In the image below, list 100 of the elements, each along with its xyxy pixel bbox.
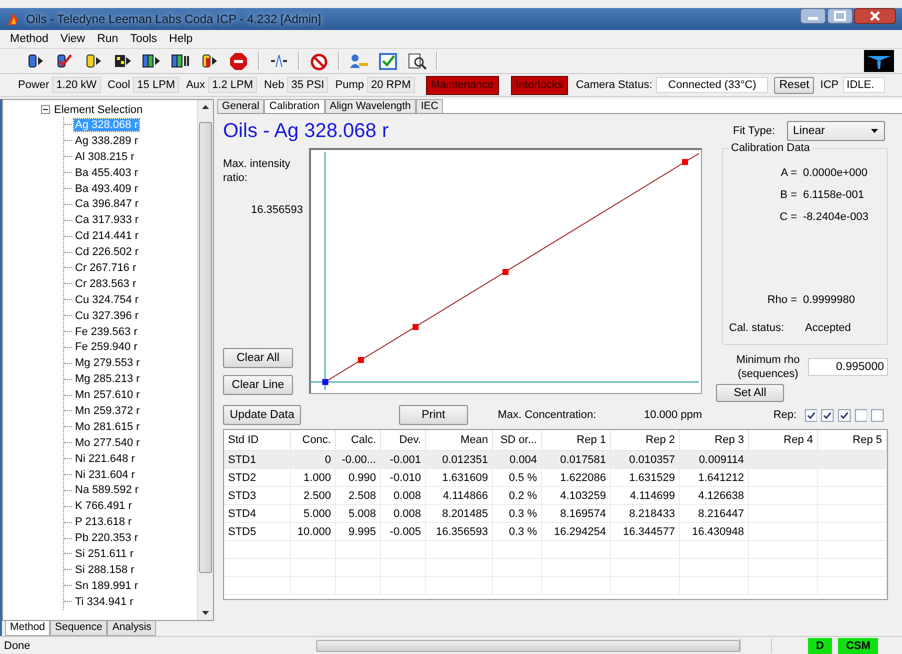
preview-icon[interactable] [407, 52, 427, 70]
print-button[interactable]: Print [399, 405, 468, 425]
minimize-icon[interactable] [800, 8, 826, 24]
menu-item[interactable]: Method [10, 33, 48, 45]
reset-button[interactable]: Reset [774, 76, 814, 94]
tree-item[interactable]: Si 251.611 r [74, 548, 135, 560]
tree-item[interactable]: Cd 214.441 r [74, 230, 140, 242]
user-key-icon[interactable] [349, 52, 369, 70]
scrollbar[interactable] [197, 100, 213, 620]
tree-item[interactable]: Mg 285.213 r [74, 373, 141, 386]
menu-item[interactable]: Help [169, 33, 193, 45]
column-header[interactable]: SD or... [492, 430, 542, 450]
min-rho-field[interactable]: 0.995000 [808, 358, 888, 376]
table-row[interactable]: STD5 10.000 9.995 -0.005 16.356593 0.3 % 16.294254 16.344577 16.430948 [224, 522, 886, 540]
fit-type-dropdown[interactable]: Linear [787, 121, 885, 141]
column-header[interactable]: Mean [426, 430, 492, 450]
menu-item[interactable]: Tools [130, 33, 158, 45]
checkbox[interactable] [854, 408, 868, 422]
set-all-button[interactable]: Set All [716, 384, 784, 402]
table-row[interactable]: STD4 5.000 5.008 0.008 8.201485 0.3 % 8.169574 8.218433 8.216447 [224, 504, 886, 522]
plot-button[interactable]: Clear Line [223, 375, 293, 395]
table-cell: 8.169574 [542, 504, 610, 522]
caret-icon[interactable] [870, 128, 879, 134]
app-logo-icon[interactable] [6, 12, 20, 26]
tree-item[interactable]: Ba 493.409 r [74, 182, 139, 194]
tree-item[interactable]: Ti 334.941 r [74, 596, 134, 608]
field-label: Power [18, 79, 50, 91]
cylinders-bars-icon[interactable] [171, 52, 191, 70]
tab[interactable]: Method [5, 621, 50, 636]
prohibited-icon[interactable] [309, 52, 329, 70]
tab[interactable]: Analysis [107, 621, 156, 636]
tree-item[interactable]: Mn 257.610 r [74, 389, 141, 402]
cylinders-play-icon[interactable] [142, 52, 162, 70]
tree-item[interactable]: Sn 189.991 r [74, 580, 139, 592]
tab[interactable]: General [217, 99, 264, 113]
tab[interactable]: IEC [416, 99, 444, 113]
table-cell: 4.126638 [680, 486, 748, 504]
checkbox[interactable] [838, 408, 851, 422]
tree-item[interactable]: Cr 283.563 r [74, 278, 138, 290]
tree-item[interactable]: Cu 324.754 r [74, 294, 140, 306]
scroll-thumb[interactable] [199, 122, 212, 573]
tree-item[interactable]: Ca 396.847 r [74, 198, 140, 210]
tree-item[interactable]: Cr 267.716 r [74, 262, 138, 274]
column-header[interactable]: Dev. [380, 430, 426, 450]
tree-item[interactable]: Pb 220.353 r [74, 532, 139, 544]
tree-item[interactable]: Ni 231.604 r [74, 468, 136, 481]
collapse-icon[interactable] [41, 105, 50, 114]
stop-icon[interactable] [229, 52, 249, 70]
table-cell: 16.356593 [426, 522, 492, 540]
tree-item[interactable]: Ni 221.648 r [74, 452, 136, 465]
close-icon[interactable] [854, 8, 896, 24]
tab[interactable]: Calibration [264, 99, 325, 113]
column-header[interactable]: Std ID [224, 430, 290, 450]
tree-item[interactable]: Cd 226.502 r [74, 246, 140, 258]
menu-item[interactable]: View [60, 33, 86, 45]
tree-item[interactable]: Fe 259.940 r [74, 341, 138, 354]
table-cell: 4.114866 [426, 486, 492, 504]
tree-item[interactable]: Element Selection [54, 104, 143, 116]
readout-field: 1.2 LPM [208, 77, 258, 93]
table-row[interactable]: STD3 2.500 2.508 0.008 4.114866 0.2 % 4.103259 4.114699 4.126638 [224, 486, 886, 504]
update-data-button[interactable]: Update Data [223, 405, 302, 425]
column-header[interactable]: Rep 3 [680, 430, 748, 450]
menu-item[interactable]: Run [97, 33, 118, 45]
table-cell: 1.622086 [542, 468, 610, 486]
maximize-icon[interactable] [827, 8, 853, 24]
tree-item[interactable]: Al 308.215 r [74, 150, 136, 163]
table-row[interactable]: STD1 0 -0.00... -0.001 0.012351 0.004 0.017581 0.010357 0.009114 [224, 450, 886, 468]
column-header[interactable]: Rep 2 [610, 430, 680, 450]
column-header[interactable]: Rep 1 [542, 430, 610, 450]
plot-button[interactable]: Clear All [223, 348, 293, 368]
coefficient-value: 6.1158e-001 [803, 189, 864, 201]
column-header[interactable]: Rep 5 [818, 430, 886, 450]
column-header[interactable]: Rep 4 [748, 430, 818, 450]
column-header[interactable]: Conc. [290, 430, 336, 450]
cylinder-check-icon[interactable] [55, 52, 75, 70]
tree-item[interactable]: Ag 338.289 r [74, 134, 139, 147]
tree-item[interactable]: Ba 455.403 r [74, 166, 139, 179]
checkbox[interactable] [821, 408, 834, 422]
tree-item[interactable]: Fe 239.563 r [74, 326, 138, 338]
tree-item[interactable]: Cu 327.396 r [74, 310, 140, 322]
tree-item[interactable]: Mg 279.553 r [74, 357, 141, 370]
data-point[interactable] [358, 357, 364, 363]
data-point[interactable] [322, 379, 328, 385]
checklist-icon[interactable] [378, 52, 398, 70]
checkbox[interactable] [871, 408, 884, 422]
tree-item[interactable]: Na 589.592 r [74, 484, 140, 496]
table-row[interactable]: STD2 1.000 0.990 -0.010 1.631609 0.5 % 1.622086 1.631529 1.641212 [224, 468, 886, 486]
table-cell: 0.010357 [610, 450, 680, 468]
tree-item[interactable]: Ca 317.933 r [74, 214, 140, 226]
tree-item[interactable]: Mo 277.540 r [74, 436, 141, 449]
tree-item[interactable]: K 766.491 r [74, 500, 133, 512]
data-point[interactable] [412, 324, 419, 330]
tree-item[interactable]: Si 288.158 r [74, 564, 136, 576]
column-header[interactable]: Calc. [336, 430, 380, 450]
tree-item[interactable]: Mo 281.615 r [74, 420, 141, 433]
tab[interactable]: Sequence [50, 621, 108, 636]
tab[interactable]: Align Wavelength [324, 99, 416, 113]
tree-item[interactable]: Mn 259.372 r [74, 404, 141, 417]
tree-item[interactable]: P 213.618 r [74, 516, 133, 528]
checkbox[interactable] [804, 408, 818, 422]
